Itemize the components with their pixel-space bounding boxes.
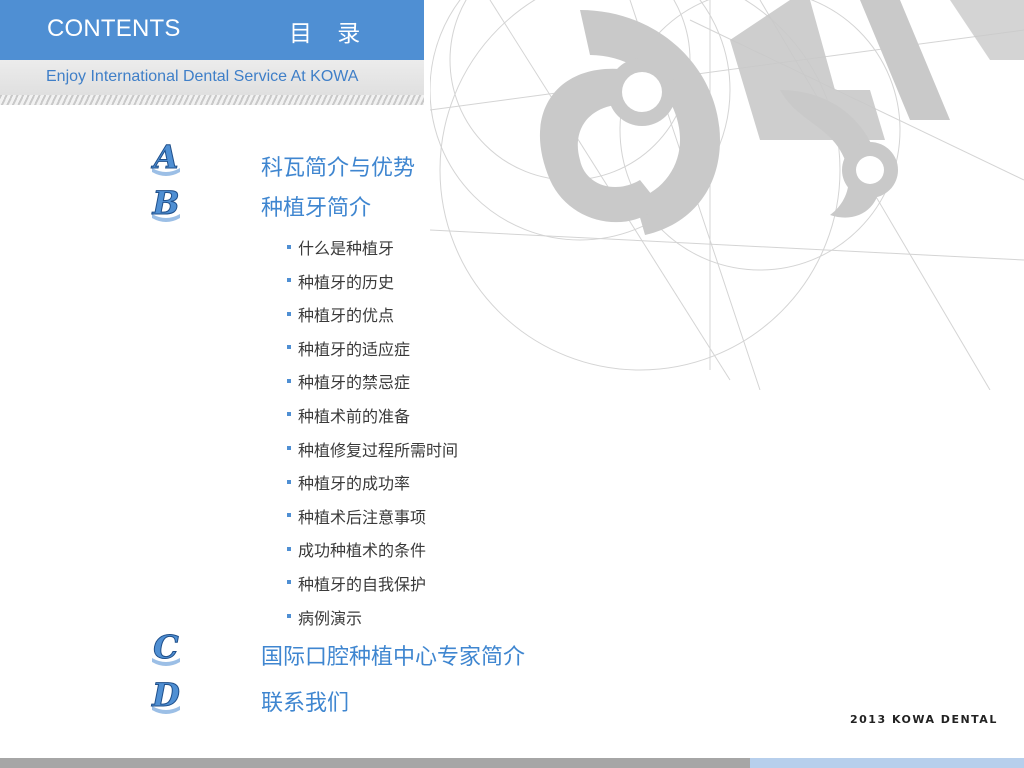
section-a-title[interactable]: 科瓦简介与优势 xyxy=(261,150,415,182)
header-bar: CONTENTS 目 录 xyxy=(0,0,424,60)
section-d-icon: D xyxy=(151,678,181,714)
section-d-title[interactable]: 联系我们 xyxy=(261,685,349,717)
list-item[interactable]: 种植牙的禁忌症 xyxy=(287,371,607,405)
bullet-icon xyxy=(287,244,291,249)
section-b-icon: B xyxy=(151,186,180,222)
section-a-icon: A xyxy=(150,140,180,176)
subtitle-bar: Enjoy International Dental Service At KO… xyxy=(0,60,424,105)
list-item[interactable]: 成功种植术的条件 xyxy=(287,539,607,573)
footer-bar xyxy=(0,758,1024,768)
footer-blue-segment xyxy=(750,758,1024,768)
section-b-title[interactable]: 种植牙简介 xyxy=(261,190,371,222)
page-title-chinese: 目 录 xyxy=(289,21,370,47)
page-title: CONTENTS xyxy=(47,15,181,42)
section-c-title[interactable]: 国际口腔种植中心专家简介 xyxy=(261,639,525,671)
bullet-icon xyxy=(287,580,291,585)
list-item[interactable]: 种植术后注意事项 xyxy=(287,506,607,540)
section-b-subitems: 什么是种植牙 种植牙的历史 种植牙的优点 种植牙的适应症 种植牙的禁忌症 种植术… xyxy=(287,237,607,640)
svg-text:D: D xyxy=(151,678,180,714)
list-item[interactable]: 种植术前的准备 xyxy=(287,405,607,439)
section-c-icon: C xyxy=(152,630,180,666)
list-item[interactable]: 病例演示 xyxy=(287,607,607,641)
svg-text:A: A xyxy=(151,140,179,176)
decorative-stripes xyxy=(0,95,424,105)
list-item[interactable]: 种植牙的优点 xyxy=(287,304,607,338)
list-item[interactable]: 种植牙的自我保护 xyxy=(287,573,607,607)
bullet-icon xyxy=(287,479,291,484)
page-subtitle: Enjoy International Dental Service At KO… xyxy=(46,68,359,85)
list-item[interactable]: 种植修复过程所需时间 xyxy=(287,439,607,473)
bullet-icon xyxy=(287,412,291,417)
brand-label: 2013 KOWA DENTAL xyxy=(850,713,998,726)
bullet-icon xyxy=(287,546,291,551)
footer-gray-segment xyxy=(0,758,750,768)
list-item[interactable]: 种植牙的适应症 xyxy=(287,338,607,372)
svg-text:B: B xyxy=(151,186,179,222)
list-item[interactable]: 种植牙的成功率 xyxy=(287,472,607,506)
bullet-icon xyxy=(287,278,291,283)
list-item[interactable]: 什么是种植牙 xyxy=(287,237,607,271)
bullet-icon xyxy=(287,311,291,316)
svg-text:C: C xyxy=(153,630,179,666)
bullet-icon xyxy=(287,513,291,518)
bullet-icon xyxy=(287,446,291,451)
bullet-icon xyxy=(287,378,291,383)
list-item[interactable]: 种植牙的历史 xyxy=(287,271,607,305)
bullet-icon xyxy=(287,614,291,619)
bullet-icon xyxy=(287,345,291,350)
